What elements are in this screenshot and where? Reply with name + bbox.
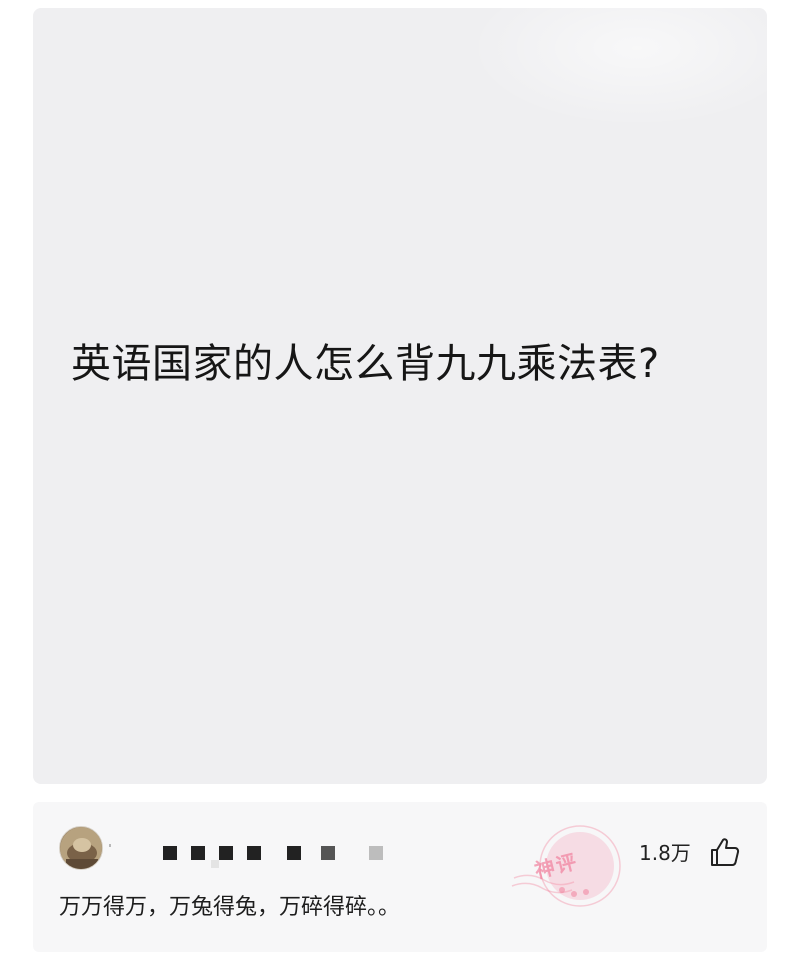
redaction-block (163, 846, 177, 860)
redaction-block (219, 846, 233, 860)
like-count: 1.8万 (639, 841, 691, 865)
username-redacted[interactable] (163, 844, 397, 862)
page: 英语国家的人怎么背九九乘法表? 神评 1.8万 万万得万，万兔得兔，万碎得碎。。 (0, 0, 800, 965)
card-sheen (467, 8, 767, 128)
stamp-label: 神评 (532, 848, 581, 883)
redaction-block (287, 846, 301, 860)
avatar[interactable] (59, 826, 103, 870)
thumbs-up-icon[interactable] (709, 837, 741, 867)
redaction-block (191, 846, 205, 860)
redaction-block (321, 846, 335, 860)
username-tick (109, 844, 111, 847)
post-card[interactable]: 英语国家的人怎么背九九乘法表? (33, 8, 767, 784)
redaction-block (247, 846, 261, 860)
username-redaction-sub (211, 860, 219, 868)
stamp-badge: 神评 (510, 820, 638, 920)
redaction-block (369, 846, 383, 860)
avatar-image (60, 827, 102, 869)
post-question: 英语国家的人怎么背九九乘法表? (71, 341, 660, 387)
comment-card[interactable]: 神评 1.8万 万万得万，万兔得兔，万碎得碎。。 (33, 802, 767, 952)
stamp-icon (511, 825, 621, 907)
comment-text: 万万得万，万兔得兔，万碎得碎。。 (59, 895, 401, 920)
